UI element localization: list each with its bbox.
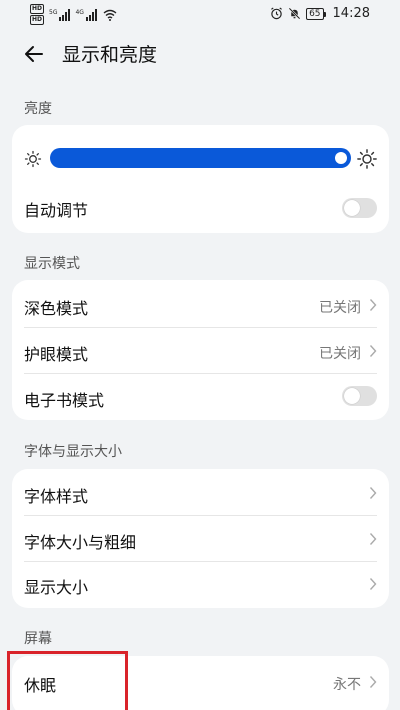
brightness-card: 自动调节 xyxy=(12,125,389,233)
auto-brightness-toggle[interactable] xyxy=(342,198,377,218)
section-title-display-mode: 显示模式 xyxy=(24,256,80,272)
brightness-slider-knob[interactable] xyxy=(335,152,347,164)
signal-type-label-2: 4G xyxy=(75,8,84,16)
arrow-left-icon[interactable] xyxy=(22,42,46,66)
auto-brightness-row[interactable]: 自动调节 xyxy=(12,187,389,233)
hd-badge-1: HD xyxy=(30,4,45,14)
display-size-label: 显示大小 xyxy=(24,578,89,597)
dark-mode-value: 已关闭 xyxy=(319,300,361,316)
chevron-right-icon xyxy=(369,487,377,499)
font-size-weight-row[interactable]: 字体大小与粗细 xyxy=(12,515,389,561)
section-title-screen: 屏幕 xyxy=(24,631,52,647)
brightness-slider[interactable] xyxy=(50,148,351,168)
dark-mode-row[interactable]: 深色模式 已关闭 xyxy=(12,280,389,327)
sun-icon xyxy=(24,150,42,168)
auto-brightness-label: 自动调节 xyxy=(24,201,89,220)
chevron-right-icon xyxy=(369,578,377,590)
status-left: HD HD 5G 4G xyxy=(30,4,117,25)
eye-comfort-row[interactable]: 护眼模式 已关闭 xyxy=(12,327,389,373)
eye-comfort-label: 护眼模式 xyxy=(24,345,89,364)
section-title-font-size: 字体与显示大小 xyxy=(24,444,122,460)
mute-bell-icon xyxy=(288,7,301,20)
alarm-icon xyxy=(271,7,283,20)
eye-comfort-value: 已关闭 xyxy=(319,346,361,362)
hd-badge-2: HD xyxy=(30,15,45,25)
sun-icon xyxy=(357,149,377,169)
chevron-right-icon xyxy=(369,345,377,357)
ebook-mode-label: 电子书模式 xyxy=(24,391,105,410)
chevron-right-icon xyxy=(369,299,377,311)
ebook-mode-toggle[interactable] xyxy=(342,386,377,406)
signal-strength-icon-2: 4G xyxy=(75,8,97,21)
sleep-value: 永不 xyxy=(333,677,361,693)
ebook-mode-row[interactable]: 电子书模式 xyxy=(12,373,389,420)
signal-type-label-1: 5G xyxy=(49,8,58,16)
display-size-row[interactable]: 显示大小 xyxy=(12,561,389,608)
chevron-right-icon xyxy=(369,533,377,545)
font-style-row[interactable]: 字体样式 xyxy=(12,469,389,515)
header: 显示和亮度 xyxy=(0,30,400,78)
highlight-box xyxy=(7,651,128,710)
font-style-label: 字体样式 xyxy=(24,487,89,506)
display-mode-card: 深色模式 已关闭 护眼模式 已关闭 电子书模式 xyxy=(12,280,389,420)
status-time: 14:28 xyxy=(332,6,370,21)
dark-mode-label: 深色模式 xyxy=(24,299,89,318)
battery-indicator: 65 xyxy=(306,7,327,20)
hd-indicator: HD HD xyxy=(30,4,45,25)
page-title: 显示和亮度 xyxy=(62,44,158,66)
font-size-card: 字体样式 字体大小与粗细 显示大小 xyxy=(12,469,389,608)
wifi-icon xyxy=(103,9,117,21)
signal-strength-icon-1: 5G xyxy=(49,8,71,21)
status-right: 65 14:28 xyxy=(270,6,370,21)
section-title-brightness: 亮度 xyxy=(24,101,52,117)
status-bar: HD HD 5G 4G 65 14:28 xyxy=(0,0,400,28)
font-size-weight-label: 字体大小与粗细 xyxy=(24,533,137,552)
chevron-right-icon xyxy=(369,676,377,688)
